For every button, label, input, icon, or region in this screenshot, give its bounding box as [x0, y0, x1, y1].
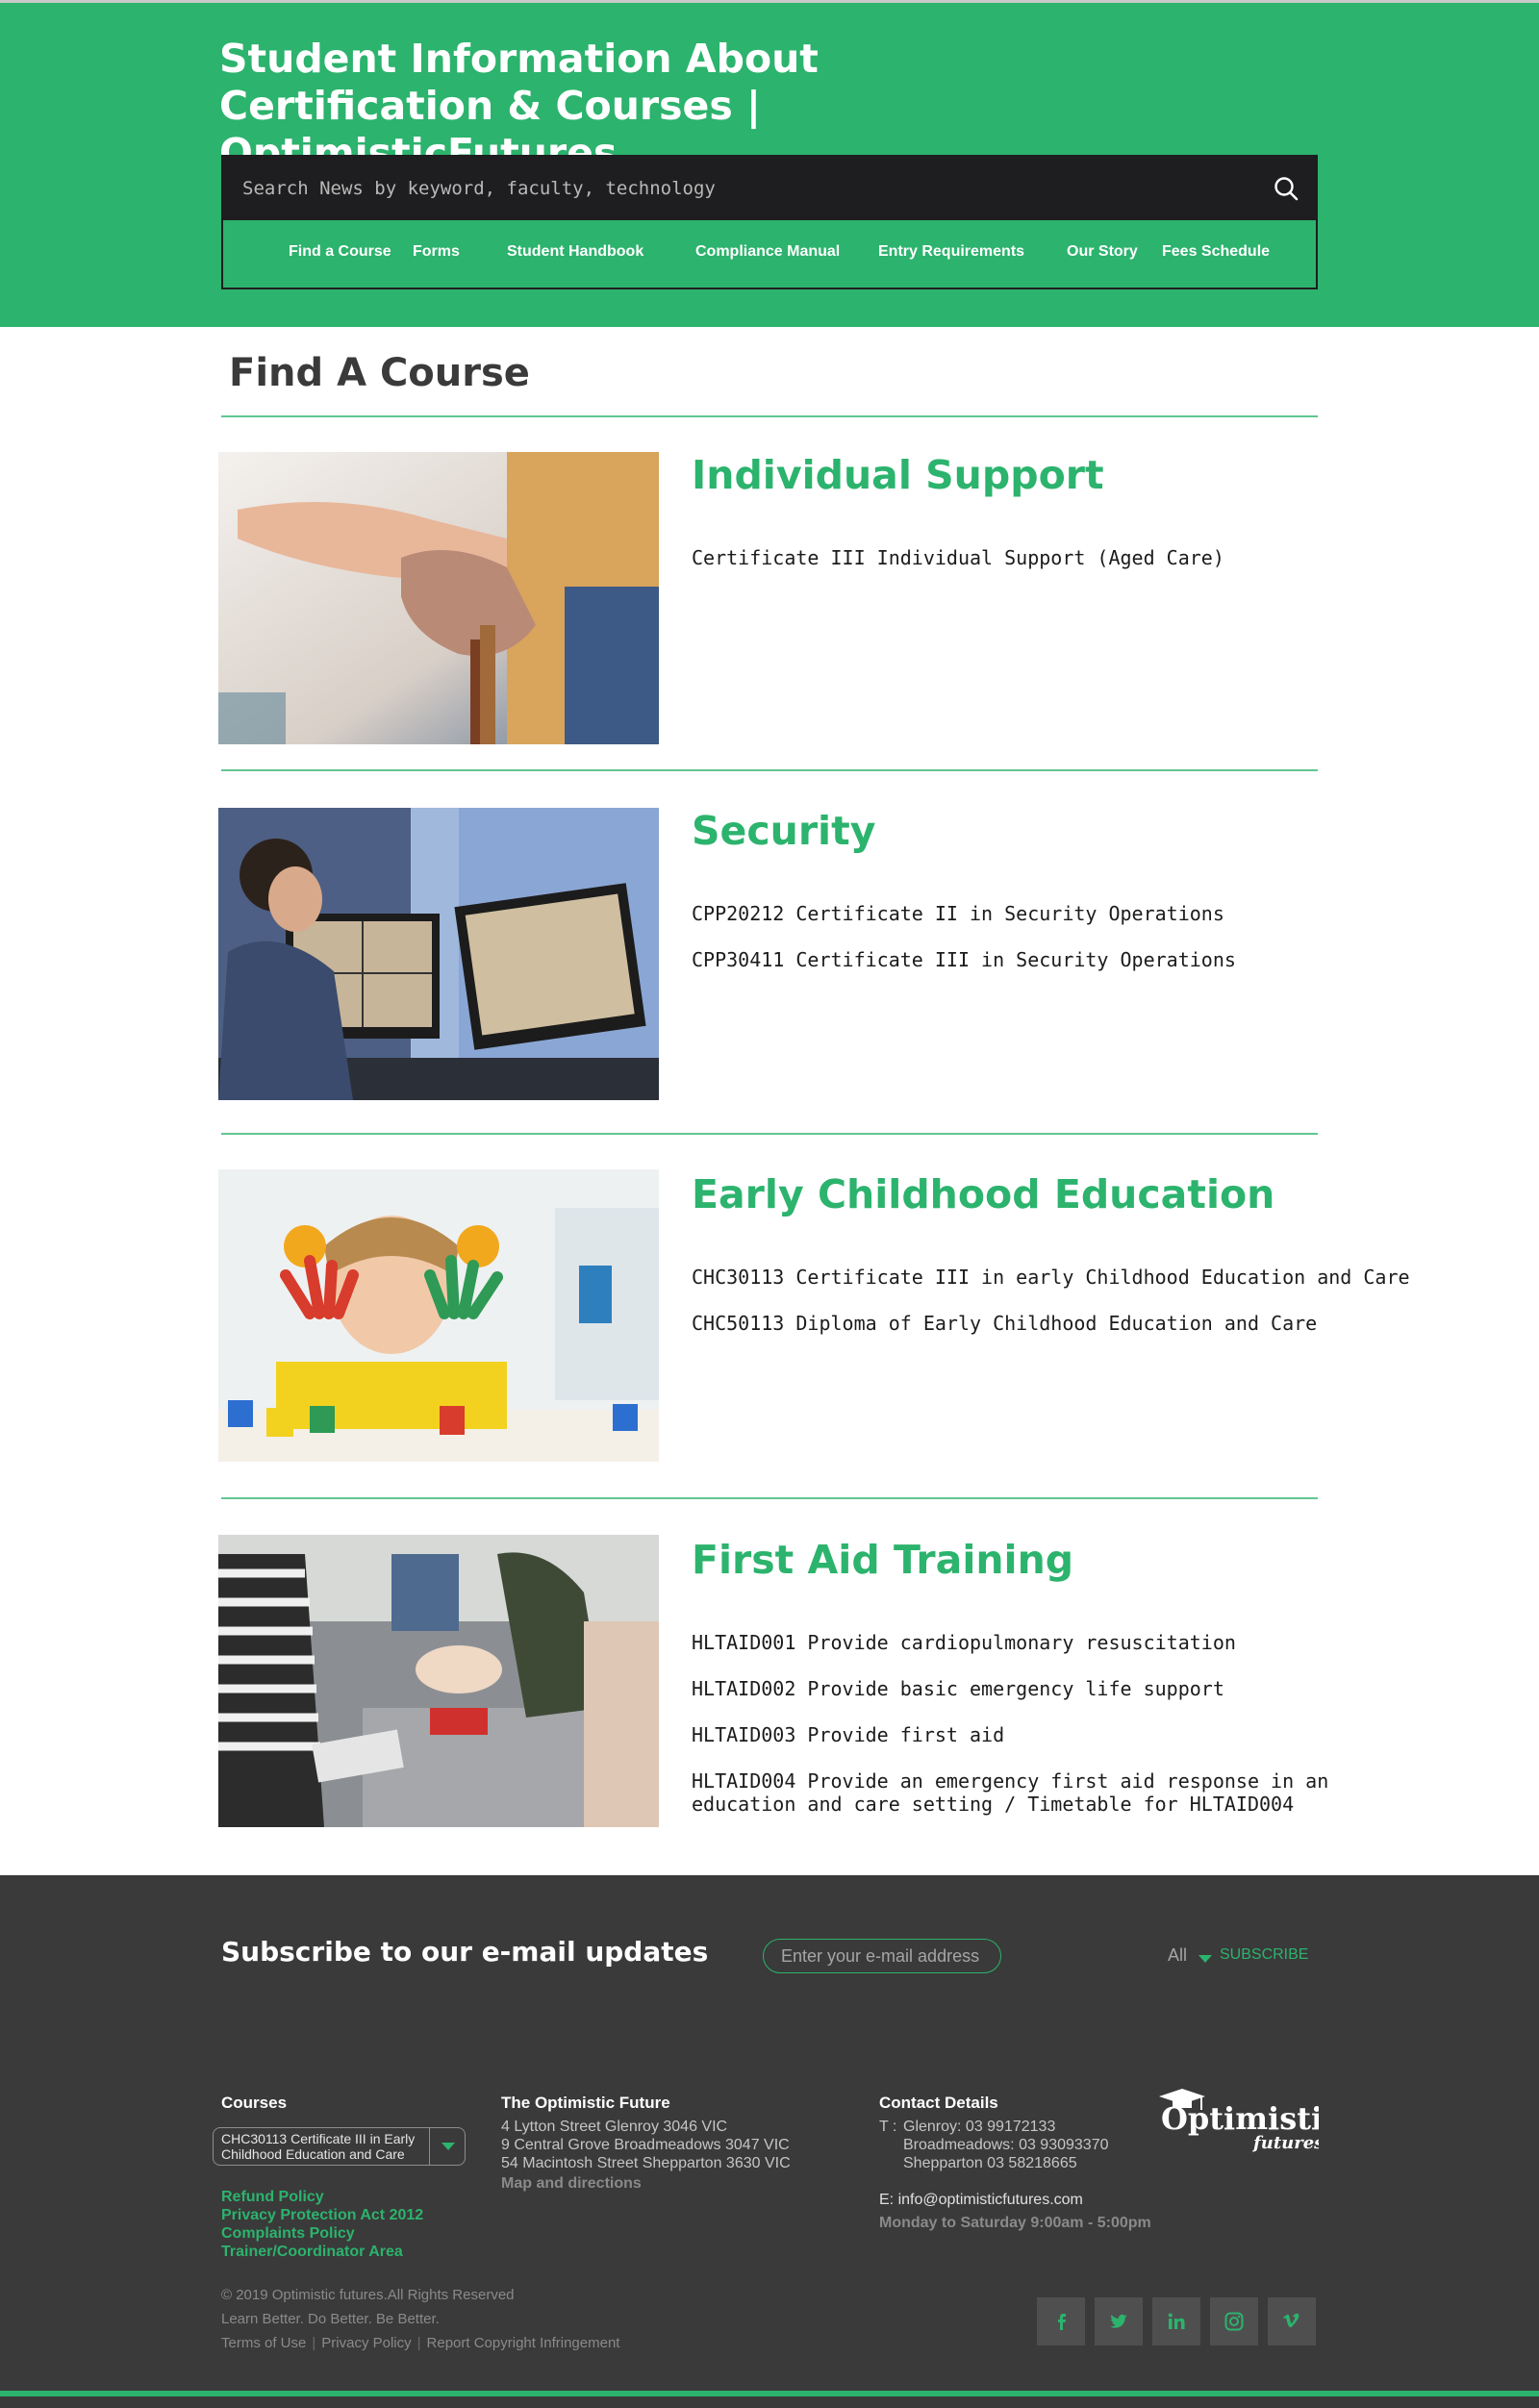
course-title-early-childhood[interactable]: Early Childhood Education: [692, 1171, 1274, 1217]
instagram-button[interactable]: [1210, 2297, 1258, 2345]
course-list-individual-support: Certificate III Individual Support (Aged…: [692, 546, 1224, 592]
footer-accent-bar: [0, 2391, 1539, 2396]
phone-line: Broadmeadows: 03 93093370: [903, 2137, 1109, 2153]
course-list-first-aid: HLTAID001 Provide cardiopulmonary resusc…: [692, 1631, 1355, 1839]
course-item[interactable]: CPP20212 Certificate II in Security Oper…: [692, 902, 1236, 925]
course-title-security[interactable]: Security: [692, 808, 875, 854]
copyright-text: © 2019 Optimistic futures.All Rights Res…: [221, 2287, 515, 2303]
phone-line: Shepparton 03 58218665: [903, 2155, 1077, 2171]
twitter-icon: [1110, 2314, 1127, 2328]
optimistic-futures-logo[interactable]: Optimistic futures: [1157, 2087, 1319, 2154]
complaints-policy-link[interactable]: Complaints Policy: [221, 2224, 355, 2243]
logo-sub: futures: [1251, 2133, 1319, 2153]
course-list-early-childhood: CHC30113 Certificate III in early Childh…: [692, 1266, 1410, 1358]
refund-policy-link[interactable]: Refund Policy: [221, 2188, 324, 2206]
twitter-button[interactable]: [1095, 2297, 1143, 2345]
main-nav: Find a Course Forms Student Handbook Com…: [221, 220, 1318, 289]
course-title-individual-support[interactable]: Individual Support: [692, 452, 1104, 498]
divider: [221, 415, 1318, 417]
divider: [221, 1133, 1318, 1135]
course-item[interactable]: HLTAID002 Provide basic emergency life s…: [692, 1677, 1355, 1700]
course-item[interactable]: HLTAID001 Provide cardiopulmonary resusc…: [692, 1631, 1355, 1654]
course-item[interactable]: HLTAID003 Provide first aid: [692, 1723, 1355, 1746]
facebook-button[interactable]: [1037, 2297, 1085, 2345]
nav-forms[interactable]: Forms: [413, 243, 460, 261]
search-bar: [221, 155, 1318, 220]
map-directions-link[interactable]: Map and directions: [501, 2175, 642, 2193]
select-divider: [429, 2128, 430, 2165]
site-header: Student Information About Certification …: [0, 0, 1539, 327]
footer-contact-heading: Contact Details: [879, 2094, 998, 2112]
vimeo-icon: [1283, 2313, 1299, 2328]
phone-line: Glenroy: 03 99172133: [903, 2119, 1056, 2135]
vimeo-button[interactable]: [1268, 2297, 1316, 2345]
course-title-first-aid[interactable]: First Aid Training: [692, 1537, 1073, 1583]
terms-of-use-link[interactable]: Terms of Use: [221, 2335, 306, 2351]
search-input[interactable]: [240, 172, 1206, 205]
subscribe-filter-select[interactable]: All: [1168, 1945, 1187, 1966]
footer-courses-heading: Courses: [221, 2094, 288, 2112]
linkedin-button[interactable]: [1152, 2297, 1200, 2345]
linkedin-icon: [1168, 2313, 1185, 2329]
nav-compliance-manual[interactable]: Compliance Manual: [695, 243, 840, 261]
separator: |: [312, 2335, 316, 2351]
chevron-down-icon[interactable]: [442, 2143, 455, 2150]
opening-hours: Monday to Saturday 9:00am - 5:00pm: [879, 2215, 1151, 2231]
course-item[interactable]: CPP30411 Certificate III in Security Ope…: [692, 948, 1236, 971]
trainer-area-link[interactable]: Trainer/Coordinator Area: [221, 2243, 403, 2261]
nav-student-handbook[interactable]: Student Handbook: [507, 243, 643, 261]
privacy-policy-link[interactable]: Privacy Policy: [321, 2335, 411, 2351]
course-select[interactable]: CHC30113 Certificate III in Early Childh…: [213, 2127, 466, 2166]
phone-label: T :: [879, 2119, 897, 2135]
address-line: 54 Macintosh Street Shepparton 3630 VIC: [501, 2155, 791, 2171]
facebook-icon: [1058, 2314, 1066, 2330]
nav-entry-requirements[interactable]: Entry Requirements: [878, 243, 1024, 261]
course-select-value: CHC30113 Certificate III in Early Childh…: [221, 2131, 416, 2162]
nav-our-story[interactable]: Our Story: [1067, 243, 1138, 261]
course-image-first-aid[interactable]: [218, 1535, 659, 1827]
course-item[interactable]: Certificate III Individual Support (Aged…: [692, 546, 1224, 569]
tagline-text: Learn Better. Do Better. Be Better.: [221, 2311, 440, 2327]
subscribe-title: Subscribe to our e-mail updates: [221, 1936, 709, 1968]
course-image-early-childhood[interactable]: [218, 1169, 659, 1462]
chevron-down-icon[interactable]: [1198, 1955, 1212, 1963]
course-list-security: CPP20212 Certificate II in Security Oper…: [692, 902, 1236, 994]
course-item[interactable]: CHC50113 Diploma of Early Childhood Educ…: [692, 1312, 1410, 1335]
course-item[interactable]: CHC30113 Certificate III in early Childh…: [692, 1266, 1410, 1289]
search-icon[interactable]: [1272, 174, 1300, 203]
section-title: Find A Course: [229, 351, 530, 395]
report-copyright-link[interactable]: Report Copyright Infringement: [427, 2335, 620, 2351]
legal-links: Terms of Use | Privacy Policy | Report Copyr…: [221, 2335, 619, 2351]
logo-word: Optimistic: [1161, 2100, 1319, 2137]
course-item[interactable]: HLTAID004 Provide an emergency first aid…: [692, 1769, 1355, 1816]
course-image-security[interactable]: [218, 808, 659, 1100]
email-field[interactable]: [763, 1939, 1001, 1973]
divider: [221, 1497, 1318, 1499]
footer-about-heading: The Optimistic Future: [501, 2094, 670, 2112]
separator: |: [416, 2335, 421, 2351]
nav-find-a-course[interactable]: Find a Course: [289, 243, 391, 261]
instagram-icon: [1224, 2312, 1244, 2331]
privacy-act-link[interactable]: Privacy Protection Act 2012: [221, 2206, 423, 2224]
address-line: 4 Lytton Street Glenroy 3046 VIC: [501, 2119, 728, 2135]
nav-fees-schedule[interactable]: Fees Schedule: [1162, 243, 1270, 261]
address-line: 9 Central Grove Broadmeadows 3047 VIC: [501, 2137, 790, 2153]
contact-email[interactable]: E: info@optimisticfutures.com: [879, 2191, 1083, 2209]
subscribe-button[interactable]: SUBSCRIBE: [1220, 1946, 1308, 1964]
course-image-individual-support[interactable]: [218, 452, 659, 744]
divider: [221, 769, 1318, 771]
